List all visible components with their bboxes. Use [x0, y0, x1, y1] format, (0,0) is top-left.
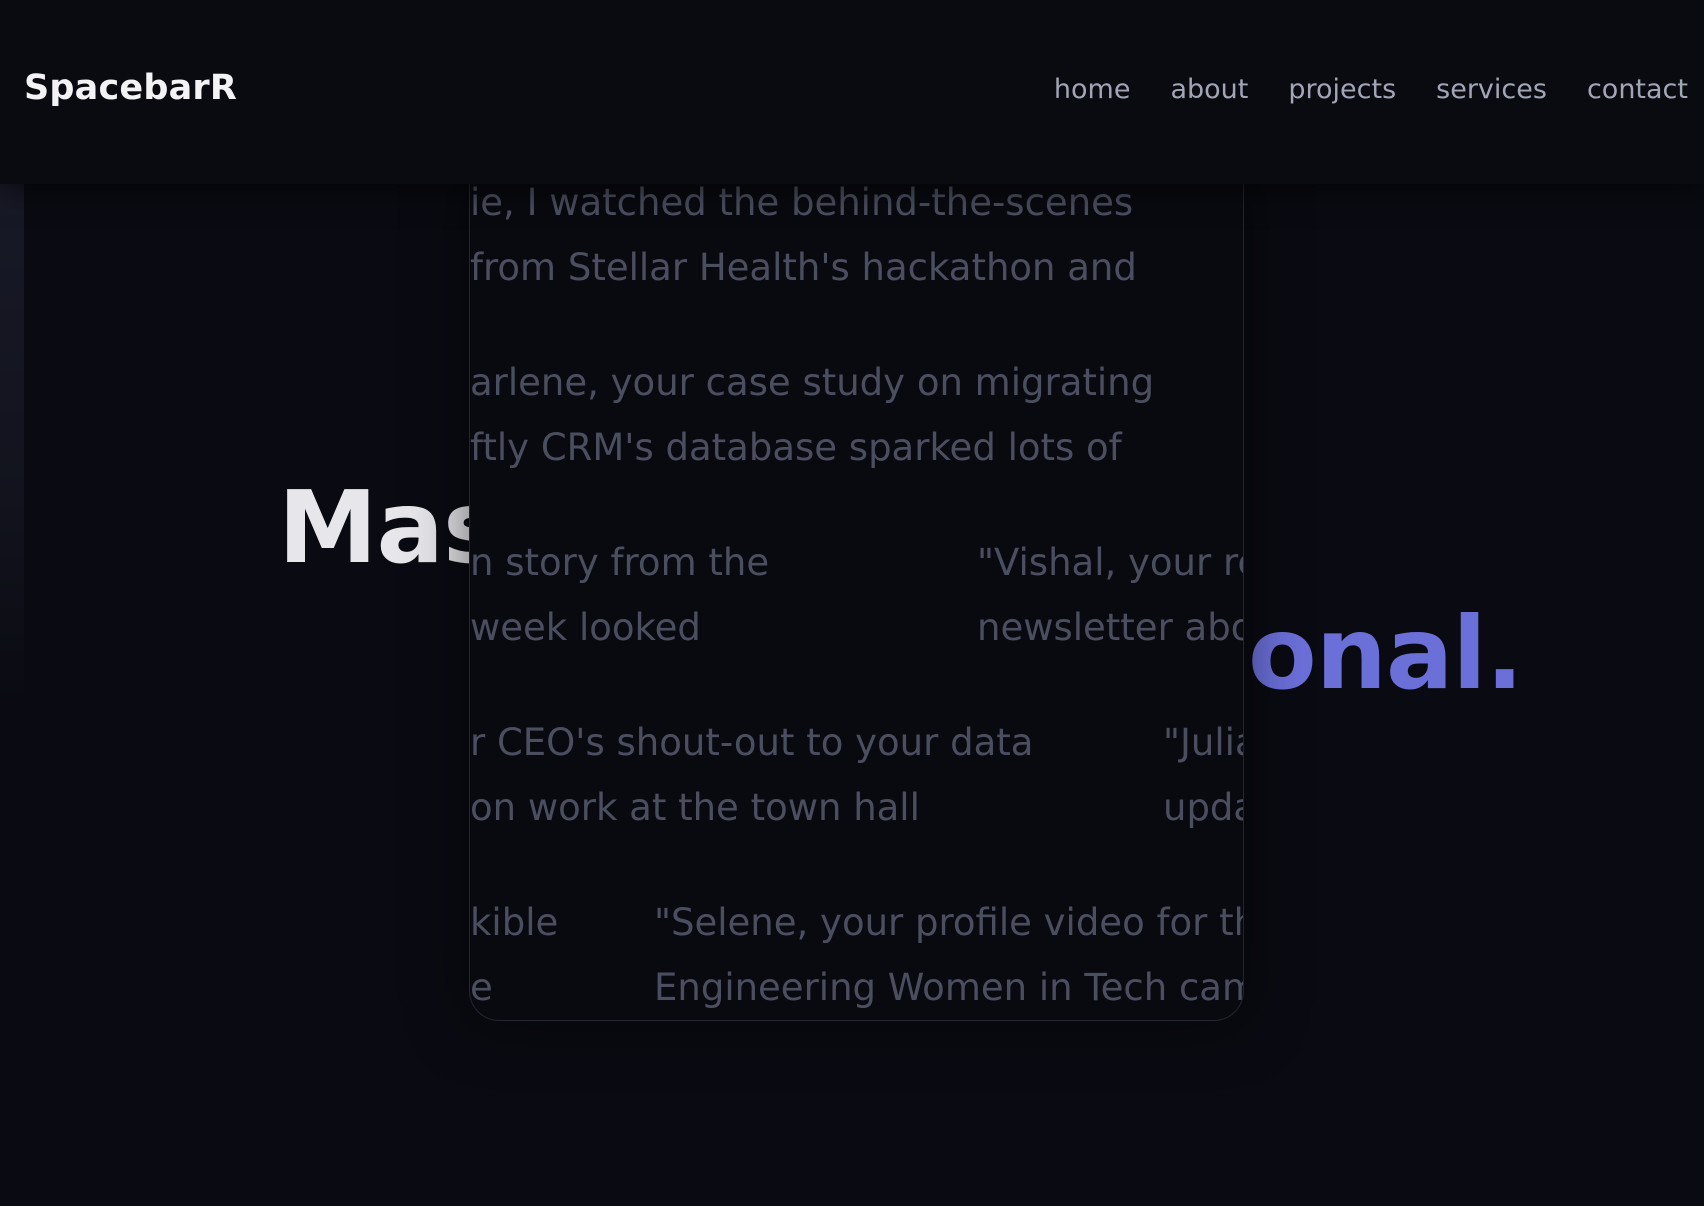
- testimonial-line: "Julia: [1163, 721, 1243, 764]
- navbar: SpacebarR home about projects services c…: [0, 0, 1704, 184]
- testimonial-line: ftly CRM's database sparked lots of: [470, 426, 1122, 469]
- testimonial-item: kible e: [470, 890, 558, 1020]
- testimonial-item: "Selene, your profile video for th Engin…: [654, 890, 1244, 1020]
- testimonial-item: "Julia upda: [1163, 710, 1243, 840]
- testimonial-item: ie, I watched the behind-the-scenes from…: [470, 170, 1137, 300]
- testimonial-line: "Selene, your profile video for th: [654, 901, 1244, 944]
- testimonial-line: upda: [1163, 786, 1243, 829]
- testimonial-line: r CEO's shout-out to your data: [470, 721, 1034, 764]
- testimonial-line: on work at the town hall: [470, 786, 920, 829]
- logo[interactable]: SpacebarR: [24, 68, 237, 108]
- nav-link-about[interactable]: about: [1170, 74, 1248, 105]
- testimonial-line: arlene, your case study on migrating: [470, 361, 1155, 404]
- testimonial-line: week looked: [470, 606, 701, 649]
- testimonial-line: n story from the: [470, 541, 770, 584]
- nav-links: home about projects services contact: [1054, 74, 1688, 105]
- testimonial-item: "Vishal, your re newsletter abo: [977, 530, 1244, 660]
- testimonial-line: from Stellar Health's hackathon and: [470, 246, 1137, 289]
- testimonials-card: ie, I watched the behind-the-scenes from…: [469, 170, 1244, 1021]
- testimonial-item: n story from the week looked: [470, 530, 769, 660]
- nav-link-projects[interactable]: projects: [1288, 74, 1396, 105]
- hero-headline-right: onal.: [1248, 595, 1524, 712]
- hero-headline-left: Mas: [278, 469, 503, 586]
- nav-link-home[interactable]: home: [1054, 74, 1131, 105]
- left-edge-panel: [0, 184, 24, 704]
- testimonial-line: "Vishal, your re: [977, 541, 1244, 584]
- nav-link-contact[interactable]: contact: [1587, 74, 1688, 105]
- testimonial-item: r CEO's shout-out to your data on work a…: [470, 710, 1033, 840]
- page: SpacebarR home about projects services c…: [0, 0, 1704, 1206]
- nav-link-services[interactable]: services: [1436, 74, 1547, 105]
- testimonial-line: newsletter abo: [977, 606, 1244, 649]
- testimonial-item: arlene, your case study on migrating ftl…: [470, 350, 1154, 480]
- testimonial-line: kible: [470, 901, 559, 944]
- testimonial-line: e: [470, 966, 493, 1009]
- testimonial-line: Engineering Women in Tech cam: [654, 966, 1244, 1009]
